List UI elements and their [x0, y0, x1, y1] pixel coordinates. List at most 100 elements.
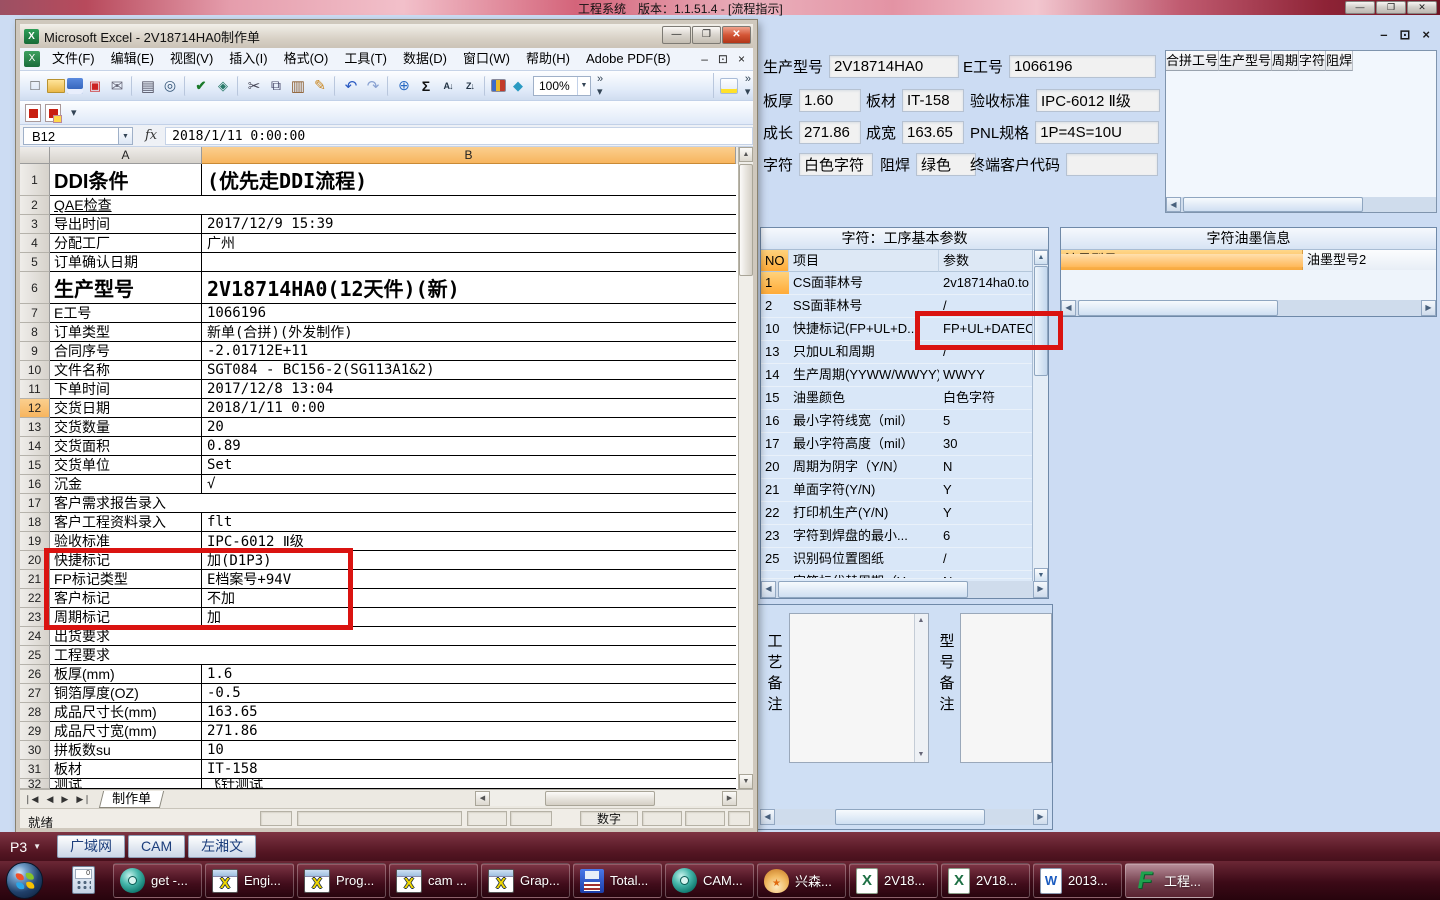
taskbar-button[interactable]: 兴森...	[757, 863, 846, 898]
cell-a[interactable]: 导出时间	[50, 215, 202, 234]
sheet-row[interactable]: 15 交货单位 Set	[20, 456, 751, 475]
menu-item[interactable]: 视图(V)	[162, 48, 221, 70]
next-sheet-icon[interactable]: ▶	[57, 794, 72, 805]
excel-restore-icon[interactable]: ❐	[692, 26, 721, 44]
field-value[interactable]: 绿色	[916, 152, 977, 176]
cell-b[interactable]: 271.86	[202, 722, 736, 741]
cell-a[interactable]: 分配工厂	[50, 234, 202, 253]
field-value[interactable]: 2V18714HA0	[829, 54, 960, 78]
column-header-b[interactable]: B	[202, 147, 736, 164]
row-header[interactable]: 9	[20, 342, 50, 361]
cell-a[interactable]: 板材	[50, 760, 202, 779]
cell-a[interactable]: 沉金	[50, 475, 202, 494]
taskbar-button[interactable]: Prog...	[297, 863, 386, 898]
cell-b[interactable]: 2017/12/8 13:04	[202, 380, 736, 399]
fill-color-icon[interactable]	[719, 77, 738, 94]
sortza-icon[interactable]	[460, 76, 480, 96]
table-row[interactable]: 1 CS面菲林号 2v18714ha0.to	[761, 272, 1034, 295]
row-header[interactable]: 27	[20, 684, 50, 703]
sheet-row[interactable]: 10 文件名称 SGT084 - BC156-2(SG113A1&2)	[20, 361, 751, 380]
cell-b[interactable]	[202, 494, 736, 513]
cell-a[interactable]: QAE检查	[50, 196, 202, 215]
cut-icon[interactable]	[244, 76, 264, 96]
minimize-icon[interactable]: —	[1345, 1, 1375, 14]
row-header[interactable]: 3	[20, 215, 50, 234]
taskbar-button[interactable]: CAM...	[665, 863, 754, 898]
cell-a[interactable]: 交货数量	[50, 418, 202, 437]
row-header[interactable]: 17	[20, 494, 50, 513]
sheet-row[interactable]: 28 成品尺寸长(mm) 163.65	[20, 703, 751, 722]
row-header[interactable]: 4	[20, 234, 50, 253]
sep-icon[interactable]	[184, 75, 187, 96]
field-value[interactable]: IT-158	[902, 88, 965, 112]
sheet-row[interactable]: 30 拼板数su 10	[20, 741, 751, 760]
menu-item[interactable]: 编辑(E)	[103, 48, 162, 70]
mail-icon[interactable]	[107, 76, 127, 96]
table-row[interactable]: 17 最小字符高度（mil） 30	[761, 433, 1034, 456]
toolbar-overflow-icon[interactable]: » ▾	[597, 73, 603, 98]
cell-a[interactable]: 工程要求	[50, 646, 202, 665]
table-row[interactable]: 字符标代替周期（Y... N	[761, 571, 1034, 579]
menu-item[interactable]: 窗口(W)	[455, 48, 518, 70]
column-header-ink-model2[interactable]: 油墨型号2	[1303, 250, 1436, 270]
scroll-thumb[interactable]	[545, 790, 655, 806]
cell-a[interactable]: 交货面积	[50, 437, 202, 456]
cell-b[interactable]: 163.65	[202, 703, 736, 722]
paste-icon[interactable]	[288, 76, 308, 96]
zoom-control[interactable]: 100% ▼	[533, 75, 591, 96]
menu-item[interactable]: Adobe PDF(B)	[578, 48, 679, 70]
row-header[interactable]: 31	[20, 760, 50, 779]
scroll-right-icon[interactable]: ▶	[1033, 809, 1048, 825]
taskbar-button[interactable]: 2013...	[1033, 863, 1122, 898]
cell-a[interactable]: 拼板数su	[50, 741, 202, 760]
excel-close-icon[interactable]: ✕	[722, 26, 751, 44]
scroll-thumb[interactable]	[1183, 197, 1363, 212]
convert-to-pdf-icon[interactable]	[25, 103, 41, 122]
scroll-left-icon[interactable]: ◀	[475, 790, 490, 806]
cell-a[interactable]: 下单时间	[50, 380, 202, 399]
cell-b[interactable]: 2017/12/9 15:39	[202, 215, 736, 234]
menu-item[interactable]: 文件(F)	[44, 48, 103, 70]
row-header[interactable]: 1	[20, 164, 50, 196]
row-header[interactable]: 25	[20, 646, 50, 665]
menu-item[interactable]: 工具(T)	[336, 48, 395, 70]
sheet-row[interactable]: 31 板材 IT-158	[20, 760, 751, 779]
table-row[interactable]: 16 最小字符线宽（mil） 5	[761, 410, 1034, 433]
convert-and-email-pdf-icon[interactable]	[45, 103, 62, 123]
select-all-corner[interactable]	[20, 147, 50, 164]
mdi-restore-icon[interactable]: ⊡	[1400, 28, 1411, 41]
menu-item[interactable]: 帮助(H)	[518, 48, 578, 70]
taskbar-button[interactable]: cam ...	[389, 863, 478, 898]
row-header[interactable]: 14	[20, 437, 50, 456]
toolbar-overflow-icon[interactable]: ▾	[71, 106, 77, 119]
cell-b[interactable]	[202, 646, 736, 665]
cell-a[interactable]: 铜箔厚度(OZ)	[50, 684, 202, 703]
mdi-minimize-icon[interactable]: –	[1380, 28, 1387, 41]
scroll-up-icon[interactable]: ▲	[1034, 250, 1048, 265]
sheet-row[interactable]: 13 交货数量 20	[20, 418, 751, 437]
hyperlink-icon[interactable]	[394, 76, 414, 96]
cell-b[interactable]: -0.5	[202, 684, 736, 703]
remarks-hscrollbar[interactable]: ◀ ▶	[760, 809, 1048, 825]
table-row[interactable]: 25 识别码位置图纸 /	[761, 548, 1034, 571]
sheet-row[interactable]: 8 订单类型 新单(合拼)(外发制作)	[20, 323, 751, 342]
workbook-close-icon[interactable]: ×	[738, 52, 745, 66]
field-value[interactable]: 1066196	[1009, 54, 1157, 78]
sheet-row[interactable]: 14 交货面积 0.89	[20, 437, 751, 456]
taskbar-button[interactable]: 工程...	[1125, 863, 1214, 898]
cell-b[interactable]	[202, 253, 736, 272]
sheet-row[interactable]: 4 分配工厂 广州	[20, 234, 751, 253]
scroll-thumb[interactable]	[1078, 300, 1278, 316]
column-header-item[interactable]: 项目	[789, 250, 939, 272]
field-value[interactable]: IPC-6012 Ⅱ级	[1036, 88, 1161, 112]
field-value[interactable]: 1P=4S=10U	[1035, 120, 1160, 144]
sortaz-icon[interactable]	[438, 76, 458, 96]
sheet-row[interactable]: 3 导出时间 2017/12/9 15:39	[20, 215, 751, 234]
sheet-hscrollbar[interactable]: ◀ ▶	[475, 790, 737, 806]
field-value[interactable]: 白色字符	[799, 152, 874, 176]
taskbar-button[interactable]: get -...	[113, 863, 202, 898]
sheet-row[interactable]: 17 客户需求报告录入	[20, 494, 751, 513]
row-header[interactable]: 11	[20, 380, 50, 399]
cell-a[interactable]: 生产型号	[50, 272, 202, 304]
cell-b[interactable]: IT-158	[202, 760, 736, 779]
